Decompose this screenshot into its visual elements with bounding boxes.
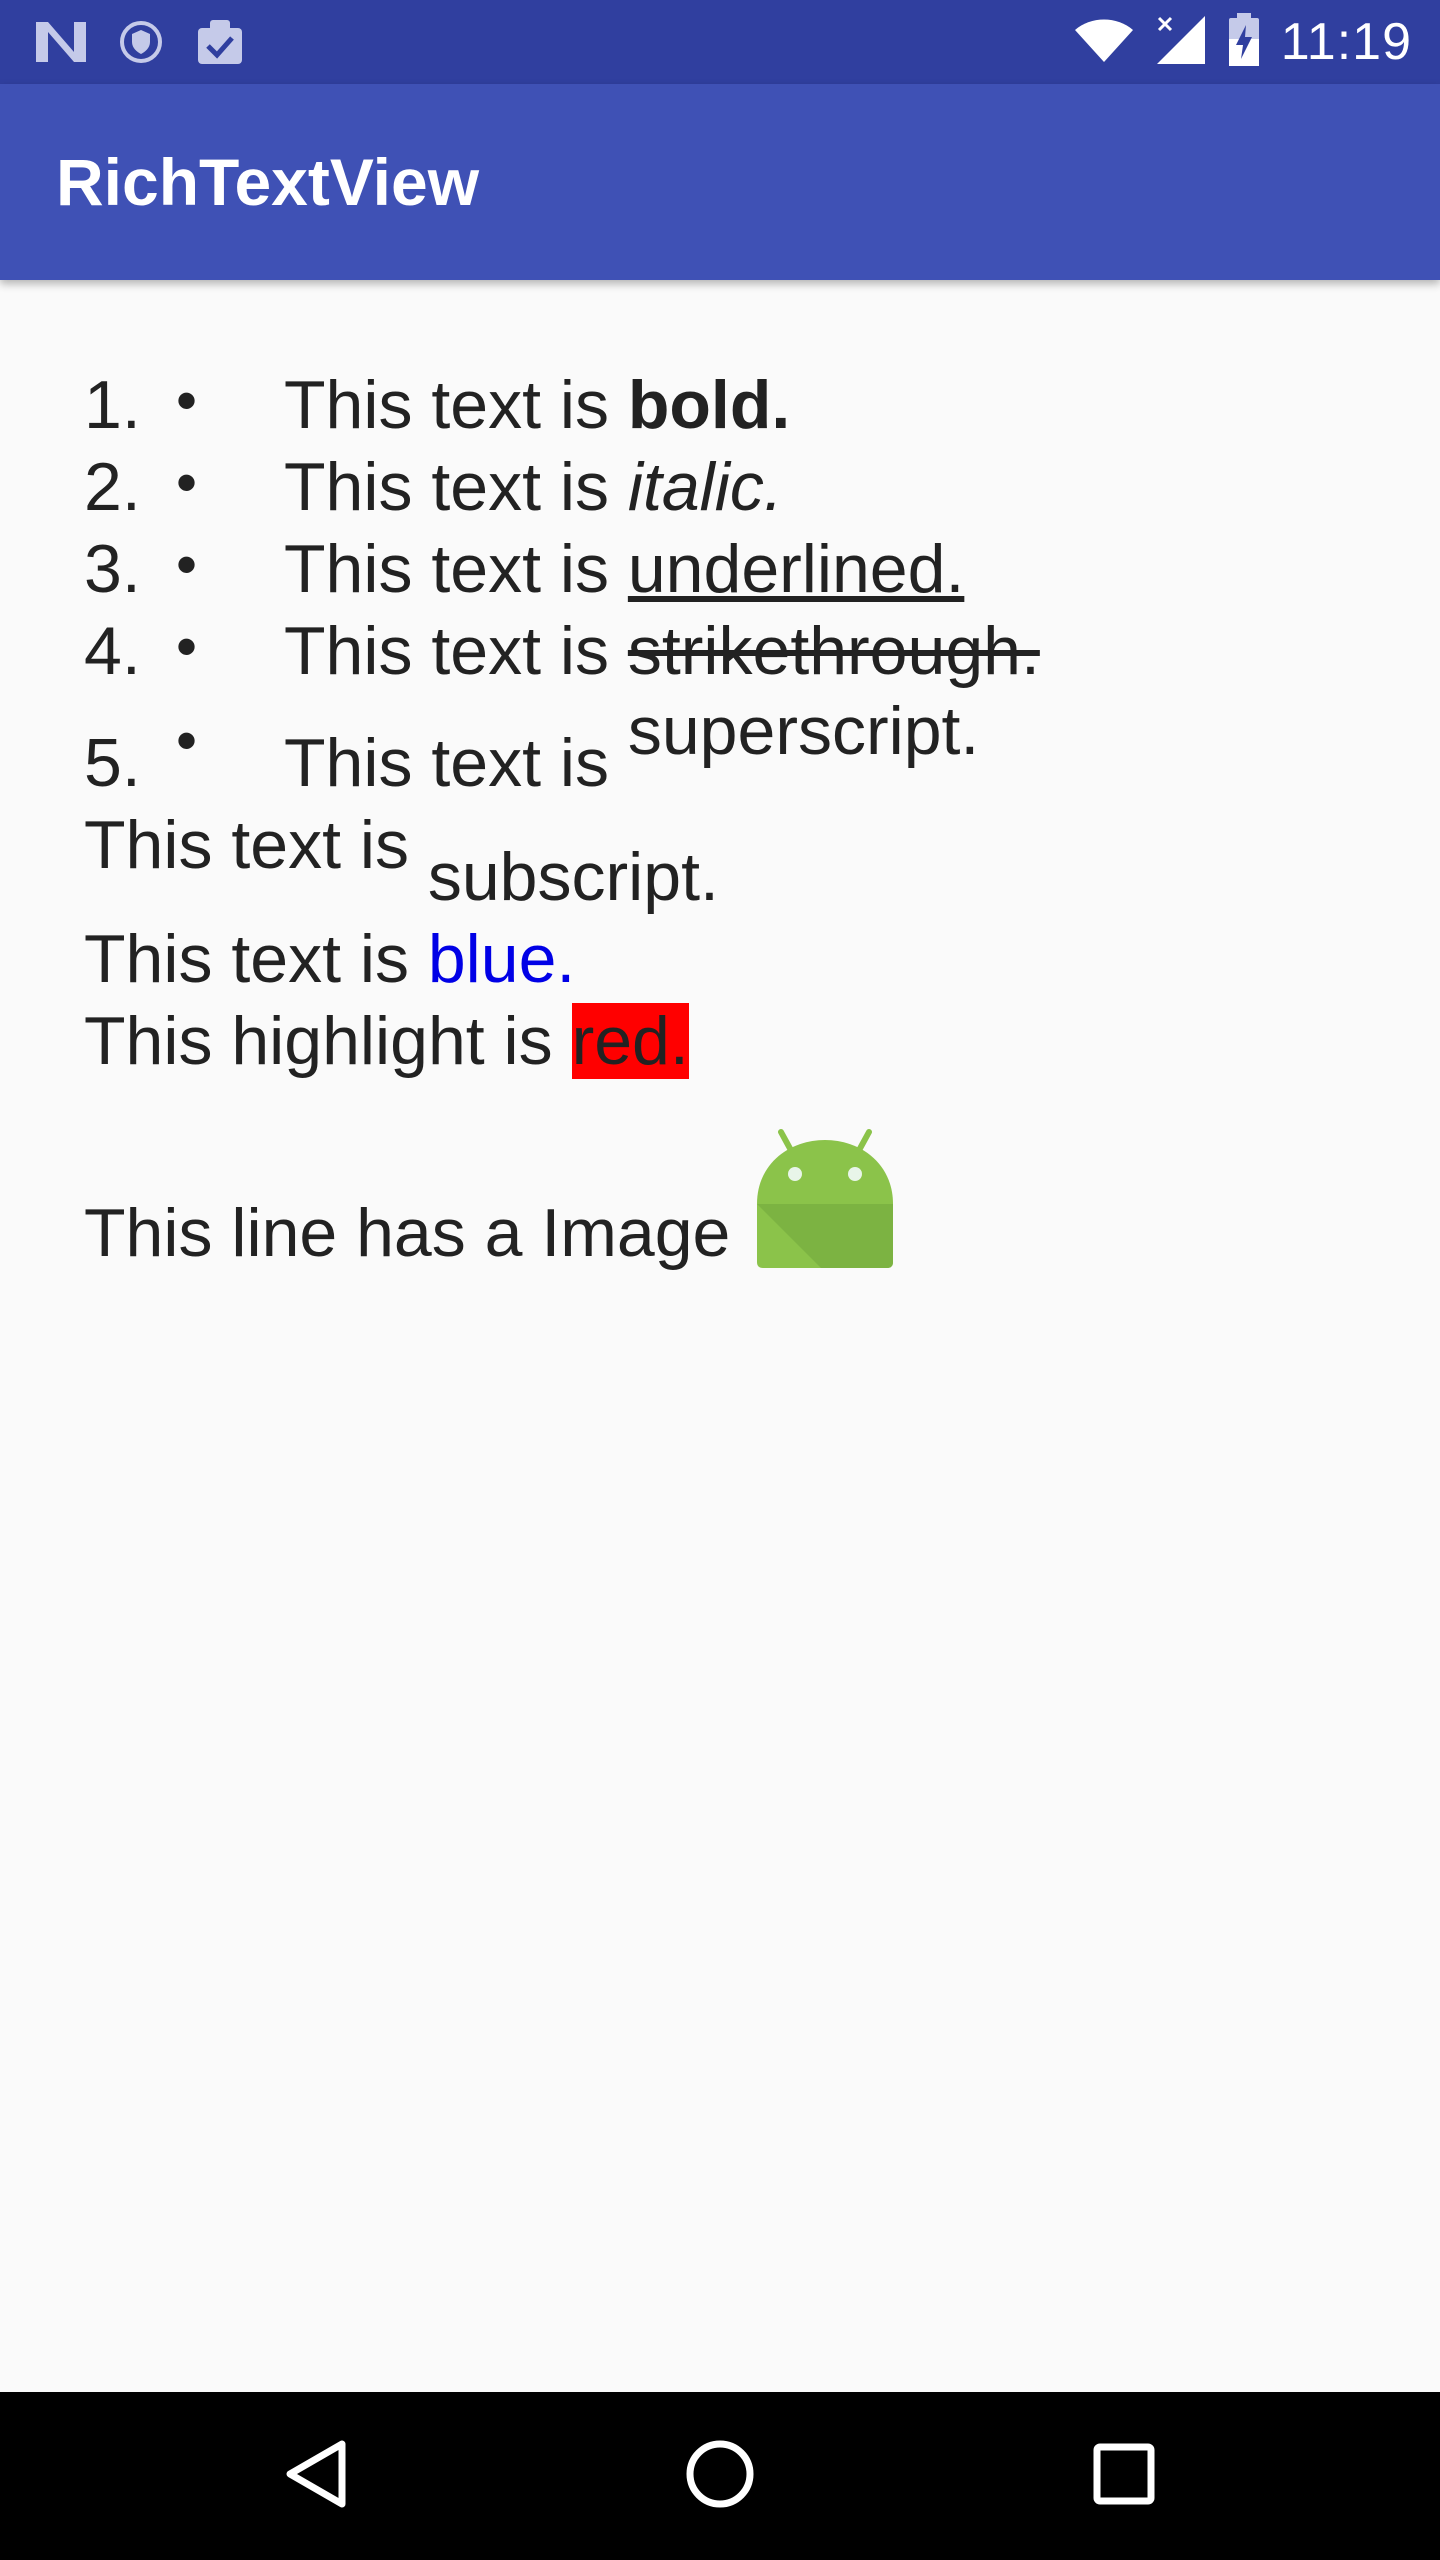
list-bullet: • xyxy=(176,449,198,516)
list-text-prefix: This text is xyxy=(284,367,628,443)
back-icon xyxy=(284,2438,348,2515)
clipboard-check-icon xyxy=(194,16,246,73)
status-left-icons xyxy=(34,16,246,73)
subscript-text: subscript. xyxy=(427,839,719,915)
italic-text: italic. xyxy=(627,449,783,525)
recents-button[interactable] xyxy=(1074,2426,1174,2526)
list-bullet: • xyxy=(176,367,198,434)
list-bullet: • xyxy=(176,531,198,598)
app-title: RichTextView xyxy=(56,145,480,219)
shield-icon xyxy=(118,18,164,71)
wifi-icon xyxy=(1073,16,1135,69)
list-text-prefix: This text is xyxy=(284,449,628,525)
list-text: This text is superscript. xyxy=(284,693,979,802)
list-number: 2. xyxy=(84,449,141,525)
n-logo-icon xyxy=(34,18,88,71)
list-text-prefix: This text is xyxy=(284,531,628,607)
list-number: 4. xyxy=(84,613,141,689)
navigation-bar xyxy=(0,2392,1440,2560)
bold-text: bold. xyxy=(627,367,791,443)
subscript-line-prefix: This text is xyxy=(84,807,428,883)
image-line: This line has a Image xyxy=(84,1126,895,1271)
list-bullet: • xyxy=(176,707,198,774)
blue-text: blue. xyxy=(427,921,576,997)
superscript-text: superscript. xyxy=(627,693,980,769)
image-line-text: This line has a Image xyxy=(84,1195,731,1271)
recents-icon xyxy=(1092,2442,1156,2511)
signal-icon xyxy=(1155,14,1207,71)
underlined-text: underlined. xyxy=(627,531,965,607)
list-bullet: • xyxy=(176,613,198,680)
list-text: This text is bold. xyxy=(284,366,790,444)
status-bar: 11:19 xyxy=(0,0,1440,84)
android-icon xyxy=(755,1126,895,1286)
blue-line-prefix: This text is xyxy=(84,921,428,997)
strikethrough-text: strikethrough. xyxy=(627,613,1040,689)
list-text-prefix: This text is xyxy=(284,725,628,801)
list-text: This text is underlined. xyxy=(284,530,964,608)
back-button[interactable] xyxy=(266,2426,366,2526)
highlight-line-prefix: This highlight is xyxy=(84,1003,572,1079)
status-right-icons: 11:19 xyxy=(1073,10,1412,74)
app-bar: RichTextView xyxy=(0,84,1440,280)
status-time: 11:19 xyxy=(1280,13,1412,71)
list-number: 1. xyxy=(84,367,141,443)
battery-charging-icon xyxy=(1227,12,1261,72)
home-icon xyxy=(684,2438,756,2515)
blue-line: This text is blue. xyxy=(84,920,575,1002)
subscript-line: This text is subscript. xyxy=(84,806,719,915)
highlight-line: This highlight is red. xyxy=(84,1002,689,1084)
list-text-prefix: This text is xyxy=(284,613,628,689)
list-text: This text is strikethrough. xyxy=(284,612,1040,690)
home-button[interactable] xyxy=(670,2426,770,2526)
highlighted-text: red. xyxy=(571,1003,689,1079)
list-number: 3. xyxy=(84,531,141,607)
list-number: 5. xyxy=(84,725,141,801)
list-text: This text is italic. xyxy=(284,448,783,526)
